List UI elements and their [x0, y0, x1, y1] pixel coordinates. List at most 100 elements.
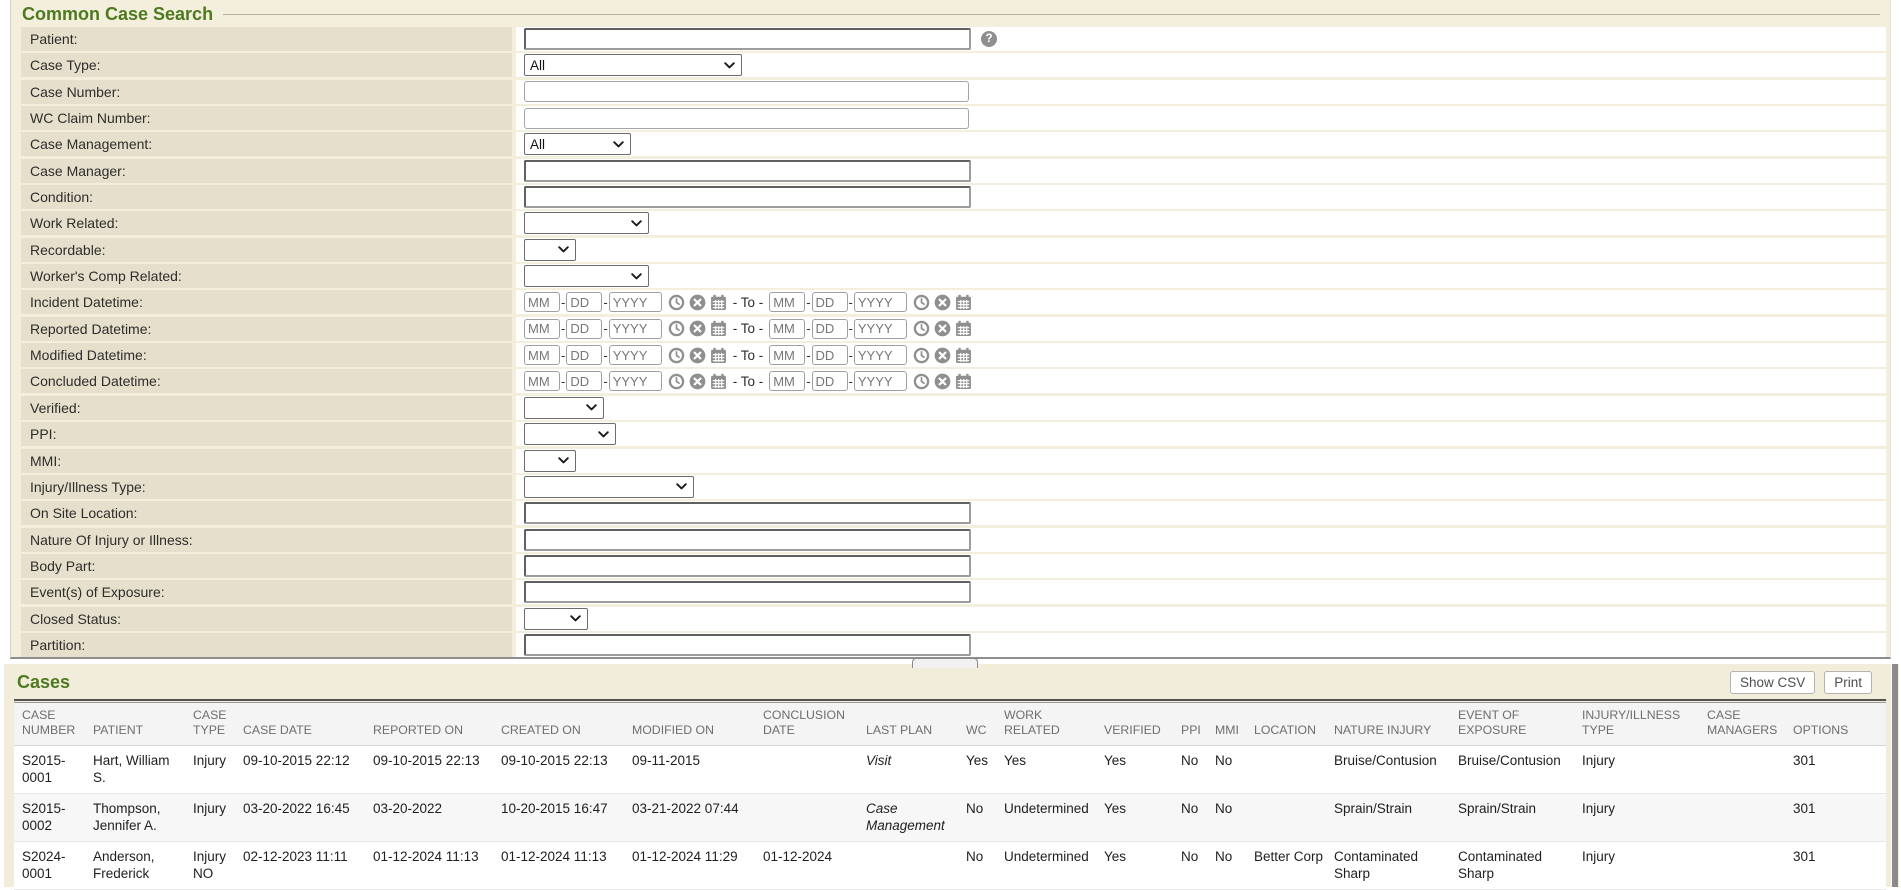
injury-illness-type-select[interactable]: [524, 476, 694, 498]
column-header[interactable]: CASE NUMBER: [14, 703, 89, 746]
day-input[interactable]: [566, 345, 602, 365]
column-header[interactable]: CASE MANAGERS: [1703, 703, 1789, 746]
month-input[interactable]: [769, 292, 805, 312]
clock-icon[interactable]: [913, 373, 930, 390]
column-header[interactable]: LAST PLAN: [862, 703, 962, 746]
column-header[interactable]: NATURE INJURY: [1330, 703, 1454, 746]
select-value: All: [530, 137, 545, 152]
clear-icon[interactable]: [689, 373, 706, 390]
clear-icon[interactable]: [689, 294, 706, 311]
clock-icon[interactable]: [913, 294, 930, 311]
day-input[interactable]: [812, 319, 848, 339]
day-input[interactable]: [566, 319, 602, 339]
column-header[interactable]: VERIFIED: [1100, 703, 1177, 746]
column-header[interactable]: EVENT OF EXPOSURE: [1454, 703, 1578, 746]
wc-claim-number-input[interactable]: [524, 108, 969, 129]
patient-input[interactable]: [524, 28, 971, 50]
case-cell: [1250, 745, 1330, 793]
column-header[interactable]: MODIFIED ON: [628, 703, 759, 746]
column-header[interactable]: OPTIONS: [1789, 703, 1886, 746]
case-row[interactable]: S2024-0001Anderson, FrederickInjury NO02…: [14, 841, 1886, 889]
month-input[interactable]: [524, 345, 560, 365]
calendar-icon[interactable]: [955, 373, 972, 390]
month-input[interactable]: [524, 371, 560, 391]
calendar-icon[interactable]: [955, 294, 972, 311]
recordable-select[interactable]: [524, 239, 576, 261]
day-input[interactable]: [812, 345, 848, 365]
clock-icon[interactable]: [668, 294, 685, 311]
month-input[interactable]: [769, 371, 805, 391]
year-input[interactable]: [609, 345, 662, 365]
day-input[interactable]: [812, 371, 848, 391]
clear-icon[interactable]: [689, 320, 706, 337]
column-header[interactable]: PATIENT: [89, 703, 189, 746]
closed-status-select[interactable]: [524, 608, 588, 630]
calendar-icon[interactable]: [710, 373, 727, 390]
calendar-icon[interactable]: [710, 347, 727, 364]
case-cell: Yes: [1100, 793, 1177, 841]
month-input[interactable]: [524, 292, 560, 312]
clear-icon[interactable]: [934, 320, 951, 337]
ppi-select[interactable]: [524, 423, 616, 445]
month-input[interactable]: [769, 345, 805, 365]
column-header[interactable]: MMI: [1211, 703, 1250, 746]
condition-input[interactable]: [524, 186, 971, 208]
calendar-icon[interactable]: [710, 294, 727, 311]
mmi-select[interactable]: [524, 450, 576, 472]
calendar-icon[interactable]: [710, 320, 727, 337]
partition-input[interactable]: [524, 634, 971, 656]
clear-icon[interactable]: [934, 294, 951, 311]
events-of-exposure-input[interactable]: [524, 581, 971, 603]
work-related-select[interactable]: [524, 212, 649, 234]
print-button[interactable]: Print: [1824, 671, 1872, 694]
year-input[interactable]: [854, 345, 907, 365]
month-input[interactable]: [769, 319, 805, 339]
show-csv-button[interactable]: Show CSV: [1730, 671, 1815, 694]
year-input[interactable]: [854, 371, 907, 391]
case-type-select[interactable]: All: [524, 54, 742, 76]
workers-comp-related-select[interactable]: [524, 265, 649, 287]
common-case-search-panel: Common Case Search Patient:? Case Type:A…: [10, 0, 1891, 659]
day-input[interactable]: [812, 292, 848, 312]
column-header[interactable]: CONCLUSION DATE: [759, 703, 862, 746]
column-header[interactable]: WORK RELATED: [1000, 703, 1100, 746]
scrollbar[interactable]: [1891, 664, 1898, 887]
clock-icon[interactable]: [668, 347, 685, 364]
year-input[interactable]: [609, 371, 662, 391]
case-manager-input[interactable]: [524, 160, 971, 182]
year-input[interactable]: [854, 292, 907, 312]
clear-icon[interactable]: [934, 373, 951, 390]
column-header[interactable]: CASE TYPE: [189, 703, 239, 746]
column-header[interactable]: WC: [962, 703, 1000, 746]
clear-icon[interactable]: [689, 347, 706, 364]
year-input[interactable]: [854, 319, 907, 339]
day-input[interactable]: [566, 292, 602, 312]
column-header[interactable]: PPI: [1177, 703, 1211, 746]
calendar-icon[interactable]: [955, 347, 972, 364]
case-row[interactable]: S2015-0002Thompson, Jennifer A.Injury03-…: [14, 793, 1886, 841]
clock-icon[interactable]: [668, 373, 685, 390]
column-header[interactable]: LOCATION: [1250, 703, 1330, 746]
calendar-icon[interactable]: [955, 320, 972, 337]
month-input[interactable]: [524, 319, 560, 339]
help-icon[interactable]: ?: [981, 31, 997, 47]
year-input[interactable]: [609, 319, 662, 339]
case-management-select[interactable]: All: [524, 133, 631, 155]
column-header[interactable]: REPORTED ON: [369, 703, 497, 746]
year-input[interactable]: [609, 292, 662, 312]
day-input[interactable]: [566, 371, 602, 391]
on-site-location-input[interactable]: [524, 502, 971, 524]
verified-select[interactable]: [524, 397, 604, 419]
clock-icon[interactable]: [913, 320, 930, 337]
clock-icon[interactable]: [668, 320, 685, 337]
column-header[interactable]: INJURY/ILLNESS TYPE: [1578, 703, 1703, 746]
clock-icon[interactable]: [913, 347, 930, 364]
hidden-search-button[interactable]: [912, 658, 978, 668]
nature-of-injury-input[interactable]: [524, 529, 971, 551]
clear-icon[interactable]: [934, 347, 951, 364]
case-number-input[interactable]: [524, 81, 969, 102]
column-header[interactable]: CREATED ON: [497, 703, 628, 746]
case-row[interactable]: S2015-0001Hart, William S.Injury09-10-20…: [14, 745, 1886, 793]
body-part-input[interactable]: [524, 555, 971, 577]
column-header[interactable]: CASE DATE: [239, 703, 369, 746]
